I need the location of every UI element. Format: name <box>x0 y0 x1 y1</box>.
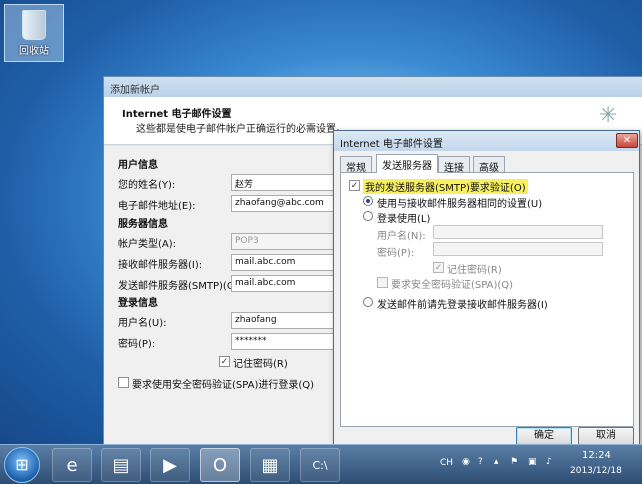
input-method-icon[interactable]: ◉ <box>462 457 470 467</box>
pre-login-radio[interactable] <box>363 297 373 307</box>
outgoing-server-pane: ✓ 我的发送服务器(SMTP)要求验证(O) 使用与接收邮件服务器相同的设置(U… <box>340 172 634 427</box>
action-center-icon[interactable]: ⚑ <box>510 457 518 467</box>
help-icon[interactable]: ? <box>478 457 483 467</box>
smtp-auth-label: 我的发送服务器(SMTP)要求验证(O) <box>363 179 528 194</box>
command-prompt-icon[interactable]: C:\ <box>300 448 340 482</box>
incoming-server-label: 接收邮件服务器(I): <box>118 260 203 271</box>
header-title: Internet 电子邮件设置 <box>122 109 232 120</box>
smtp-auth-checkbox[interactable]: ✓ <box>349 180 360 191</box>
incoming-server-field[interactable]: mail.abc.com <box>231 254 337 271</box>
clock-time[interactable]: 12:24 <box>582 450 611 461</box>
taskbar: ⊞ e ▤ ▶ O ▦ C:\ CH ◉ ? ▴ ⚑ ▣ ♪ 12:24 201… <box>0 444 642 484</box>
close-icon[interactable]: ✕ <box>616 133 638 148</box>
tab-advanced[interactable]: 高级 <box>473 156 505 174</box>
login-username-field <box>433 225 603 239</box>
login-password-label: 密码(P): <box>377 248 415 259</box>
name-field[interactable]: 赵芳 <box>231 174 337 191</box>
network-icon[interactable]: ▣ <box>528 457 537 467</box>
tab-general[interactable]: 常规 <box>340 156 372 174</box>
login-password-field <box>433 242 603 256</box>
server-info-heading: 服务器信息 <box>118 219 168 230</box>
outlook-icon[interactable]: O <box>200 448 240 482</box>
tab-connection[interactable]: 连接 <box>438 156 470 174</box>
control-panel-icon[interactable]: ▦ <box>250 448 290 482</box>
recycle-bin-label: 回收站 <box>19 46 49 57</box>
name-label: 您的姓名(Y): <box>118 180 176 191</box>
login-remember-label: 记住密码(R) <box>447 265 502 276</box>
username-label: 用户名(U): <box>118 318 167 329</box>
email-label: 电子邮件地址(E): <box>118 201 196 212</box>
pre-login-label: 发送邮件前请先登录接收邮件服务器(I) <box>377 300 548 311</box>
use-same-settings-radio[interactable] <box>363 196 373 206</box>
username-field[interactable]: zhaofang <box>231 312 337 329</box>
media-player-icon[interactable]: ▶ <box>150 448 190 482</box>
email-field[interactable]: zhaofang@abc.com <box>231 195 337 212</box>
password-label: 密码(P): <box>118 339 156 350</box>
recycle-bin-icon <box>22 10 46 40</box>
header-subtitle: 这些都是使电子邮件帐户正确运行的必需设置。 <box>136 124 346 135</box>
login-spa-checkbox <box>377 277 388 288</box>
ok-button[interactable]: 确定 <box>516 427 572 445</box>
remember-password-label: 记住密码(R) <box>233 359 288 370</box>
cancel-button[interactable]: 取消 <box>578 427 634 445</box>
tab-outgoing-server[interactable]: 发送服务器 <box>376 154 438 173</box>
clock-date[interactable]: 2013/12/18 <box>570 466 622 476</box>
login-using-radio[interactable] <box>363 211 373 221</box>
account-type-field: POP3 <box>231 233 337 250</box>
user-info-heading: 用户信息 <box>118 160 158 171</box>
spa-login-checkbox[interactable] <box>118 377 129 388</box>
dialog-title: Internet 电子邮件设置 <box>334 131 639 151</box>
password-field[interactable]: ******* <box>231 333 337 350</box>
outgoing-server-field[interactable]: mail.abc.com <box>231 275 337 292</box>
volume-icon[interactable]: ♪ <box>546 457 552 467</box>
spa-login-label: 要求使用安全密码验证(SPA)进行登录(Q) <box>132 380 315 391</box>
recycle-bin-shortcut[interactable]: 回收站 <box>4 4 64 62</box>
internet-explorer-icon[interactable]: e <box>52 448 92 482</box>
language-indicator[interactable]: CH <box>440 458 453 468</box>
start-orb-icon[interactable]: ⊞ <box>4 447 40 483</box>
account-type-label: 帐户类型(A): <box>118 239 177 250</box>
window-title: 添加新帐户 <box>104 77 642 97</box>
tray-arrow-icon[interactable]: ▴ <box>494 457 499 467</box>
busy-cursor-icon: ✳ <box>599 103 618 128</box>
login-username-label: 用户名(N): <box>377 231 426 242</box>
login-using-label: 登录使用(L) <box>377 214 431 225</box>
login-spa-label: 要求安全密码验证(SPA)(Q) <box>391 280 514 291</box>
remember-password-checkbox[interactable]: ✓ <box>219 356 230 367</box>
use-same-settings-label: 使用与接收邮件服务器相同的设置(U) <box>377 199 543 210</box>
login-remember-checkbox: ✓ <box>433 262 444 273</box>
login-info-heading: 登录信息 <box>118 298 158 309</box>
folder-icon[interactable]: ▤ <box>101 448 141 482</box>
outgoing-server-label: 发送邮件服务器(SMTP)(O): <box>118 281 242 292</box>
internet-email-settings-dialog: Internet 电子邮件设置 ✕ 常规 发送服务器 连接 高级 ✓ 我的发送服… <box>333 130 640 446</box>
